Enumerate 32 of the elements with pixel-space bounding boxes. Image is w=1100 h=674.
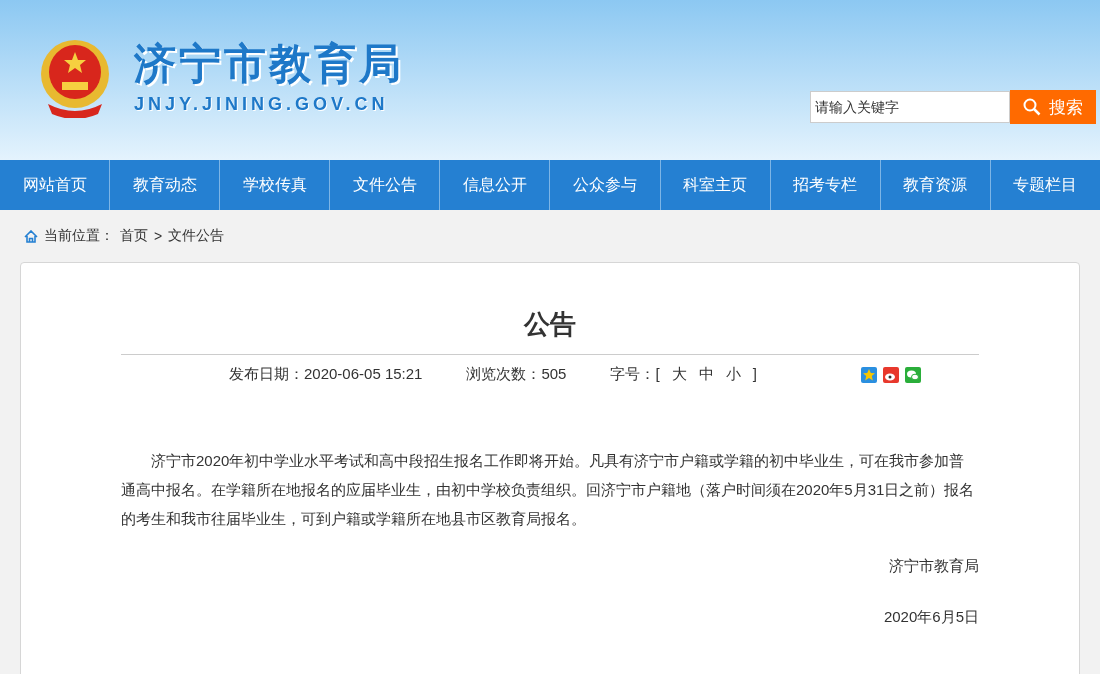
nav-item[interactable]: 招考专栏 (770, 160, 881, 210)
font-size-link[interactable]: 小 (725, 365, 741, 384)
breadcrumb-link[interactable]: 文件公告 (168, 227, 225, 245)
nav-item[interactable]: 公众参与 (550, 160, 661, 210)
nav-item[interactable]: 网站首页 (0, 160, 111, 210)
publish-date: 发布日期：2020-06-05 15:21 (229, 365, 423, 384)
view-count: 浏览次数：505 (466, 365, 567, 384)
signature: 济宁市教育局 (888, 557, 979, 576)
search-field[interactable]: 请输入关键字 (810, 91, 1010, 123)
search-icon (1023, 98, 1041, 116)
nav-item[interactable]: 学校传真 (220, 160, 331, 210)
site-title: 济宁市教育局 (134, 39, 404, 89)
article-title: 公告 (121, 263, 979, 355)
font-size-label: 字号：[ (610, 365, 660, 384)
star-share-icon[interactable] (861, 366, 877, 383)
nav-item[interactable]: 教育动态 (110, 160, 221, 210)
font-size-link[interactable]: 大 (671, 365, 687, 384)
nav-item[interactable]: 信息公开 (440, 160, 551, 210)
home-icon (24, 229, 38, 243)
article-date: 2020年6月5日 (882, 608, 979, 627)
nav-item[interactable]: 文件公告 (330, 160, 441, 210)
bracket: ] (752, 365, 757, 384)
breadcrumb-link[interactable]: 首页 (120, 227, 148, 245)
nav-item[interactable]: 教育资源 (880, 160, 991, 210)
breadcrumb-label: 当前位置： (44, 227, 114, 245)
nav-item[interactable]: 科室主页 (660, 160, 771, 210)
search-button[interactable]: 搜索 (1010, 90, 1096, 124)
nav-item[interactable]: 专题栏目 (990, 160, 1100, 210)
font-size-link[interactable]: 中 (698, 365, 714, 384)
breadcrumb-separator: > (154, 228, 163, 244)
site-url: JNJY.JINING.GOV.CN (134, 94, 390, 115)
article-paragraph: 济宁市2020年初中学业水平考试和高中段招生报名工作即将开始。凡具有济宁市户籍或学籍的初中毕业生，可在我市参加普通高中报名。在学籍所在地报名的应届毕业生，由初中学校负责组织。回济宁市户籍地（落户时间须在2020年5月31日之前）报名的考生和我市往届毕业生，可到户籍或学籍所在地县市区教育局报名。 (121, 451, 976, 529)
